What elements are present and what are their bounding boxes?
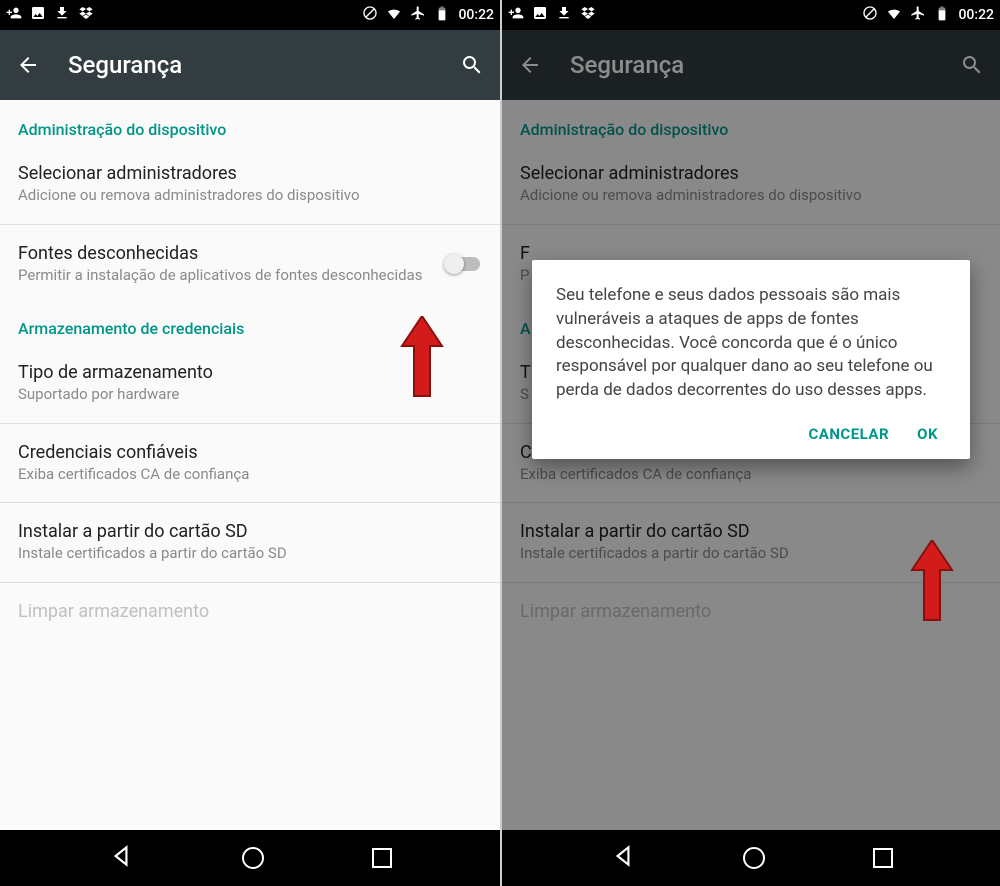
search-button[interactable] xyxy=(460,53,484,77)
nav-home-icon[interactable] xyxy=(743,847,765,869)
app-bar: Segurança xyxy=(0,30,500,100)
confirm-dialog: Seu telefone e seus dados pessoais são m… xyxy=(532,260,970,459)
wifi-icon xyxy=(386,5,402,25)
item-title: Fontes desconhecidas xyxy=(18,243,444,264)
download-icon xyxy=(556,5,572,25)
item-subtitle: Adicione ou remova administradores do di… xyxy=(18,186,482,206)
item-subtitle: Suportado por hardware xyxy=(18,385,482,405)
dialog-ok-button[interactable]: OK xyxy=(917,425,938,443)
status-time: 00:22 xyxy=(458,7,494,23)
settings-list: Administração do dispositivo Selecionar … xyxy=(0,100,500,830)
item-subtitle: Permitir a instalação de aplicativos de … xyxy=(18,266,444,286)
back-button[interactable] xyxy=(16,53,40,77)
app-bar-title: Segurança xyxy=(68,51,460,79)
item-subtitle: Exiba certificados CA de confiança xyxy=(18,465,482,485)
dropbox-icon xyxy=(78,5,94,25)
unknown-sources-toggle[interactable] xyxy=(444,254,482,274)
nav-back-icon[interactable] xyxy=(610,843,636,873)
item-storage-type[interactable]: Tipo de armazenamento Suportado por hard… xyxy=(0,348,500,419)
item-trusted-credentials[interactable]: Credenciais confiáveis Exiba certificado… xyxy=(0,428,500,499)
item-title: Limpar armazenamento xyxy=(18,601,482,622)
item-title: Tipo de armazenamento xyxy=(18,362,482,383)
dropbox-icon xyxy=(580,5,596,25)
left-screen: 00:22 Segurança Administração do disposi… xyxy=(0,0,500,886)
airplane-icon xyxy=(910,5,926,25)
battery-icon xyxy=(934,5,950,25)
image-icon xyxy=(532,5,548,25)
no-sim-icon xyxy=(362,5,378,25)
divider xyxy=(0,224,500,225)
nav-bar xyxy=(502,830,1000,886)
item-title: Selecionar administradores xyxy=(18,163,482,184)
download-icon xyxy=(54,5,70,25)
airplane-icon xyxy=(410,5,426,25)
person-add-icon xyxy=(508,5,524,25)
item-title: Instalar a partir do cartão SD xyxy=(18,521,482,542)
status-bar: 00:22 xyxy=(0,0,500,30)
person-add-icon xyxy=(6,5,22,25)
image-icon xyxy=(30,5,46,25)
divider xyxy=(0,502,500,503)
status-bar: 00:22 xyxy=(502,0,1000,30)
nav-recent-icon[interactable] xyxy=(873,848,893,868)
nav-bar xyxy=(0,830,500,886)
nav-home-icon[interactable] xyxy=(242,847,264,869)
nav-back-icon[interactable] xyxy=(108,843,134,873)
item-install-sd[interactable]: Instalar a partir do cartão SD Instale c… xyxy=(0,507,500,578)
divider xyxy=(0,423,500,424)
wifi-icon xyxy=(886,5,902,25)
dialog-cancel-button[interactable]: CANCELAR xyxy=(808,425,889,443)
no-sim-icon xyxy=(862,5,878,25)
section-device-admin: Administração do dispositivo xyxy=(0,100,500,149)
section-credential-storage: Armazenamento de credenciais xyxy=(0,299,500,348)
item-clear-storage: Limpar armazenamento xyxy=(0,587,500,636)
dialog-body: Seu telefone e seus dados pessoais são m… xyxy=(556,284,946,403)
item-title: Credenciais confiáveis xyxy=(18,442,482,463)
battery-icon xyxy=(434,5,450,25)
item-select-admins[interactable]: Selecionar administradores Adicione ou r… xyxy=(0,149,500,220)
item-subtitle: Instale certificados a partir do cartão … xyxy=(18,544,482,564)
divider xyxy=(0,582,500,583)
nav-recent-icon[interactable] xyxy=(372,848,392,868)
item-unknown-sources[interactable]: Fontes desconhecidas Permitir a instalaç… xyxy=(0,229,500,300)
status-time: 00:22 xyxy=(958,7,994,23)
right-screen: 00:22 Segurança Administração do disposi… xyxy=(500,0,1000,886)
